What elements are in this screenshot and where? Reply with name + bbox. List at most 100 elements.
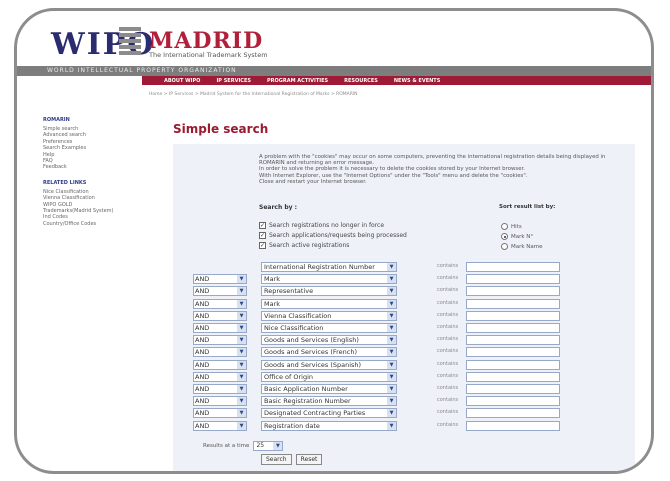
field-select[interactable]: Mark ▼: [261, 274, 397, 285]
search-by-label: Search by :: [259, 204, 298, 211]
chevron-down-icon[interactable]: ▼: [387, 263, 396, 271]
chevron-down-icon[interactable]: ▼: [387, 421, 396, 430]
chevron-down-icon[interactable]: ▼: [387, 275, 396, 284]
chevron-down-icon[interactable]: ▼: [237, 385, 246, 393]
chevron-down-icon[interactable]: ▼: [387, 385, 396, 393]
field-select[interactable]: International Registration Number ▼: [261, 262, 397, 272]
operator-value: AND: [195, 275, 210, 284]
chevron-down-icon[interactable]: ▼: [387, 372, 396, 381]
checkbox-checked-icon[interactable]: ✓: [259, 222, 266, 229]
radio-selected-icon[interactable]: [501, 233, 508, 240]
operator-select[interactable]: AND ▼: [193, 310, 247, 321]
operator-select[interactable]: AND ▼: [193, 323, 247, 333]
checkbox-checked-icon[interactable]: ✓: [259, 242, 266, 249]
chevron-down-icon[interactable]: ▼: [387, 324, 396, 332]
chevron-down-icon[interactable]: ▼: [237, 372, 246, 381]
operator-value: AND: [195, 409, 210, 418]
operator-select[interactable]: AND ▼: [193, 408, 247, 419]
chevron-down-icon[interactable]: ▼: [237, 409, 246, 418]
chevron-down-icon[interactable]: ▼: [387, 360, 396, 369]
chevron-down-icon[interactable]: ▼: [237, 299, 246, 308]
field-select[interactable]: Designated Contracting Parties ▼: [261, 408, 397, 419]
criteria-row: AND ▼ Goods and Services (English) ▼ contain…: [193, 335, 613, 346]
nav-ip-services[interactable]: IP SERVICES: [216, 78, 251, 84]
chevron-down-icon[interactable]: ▼: [387, 287, 396, 296]
operator-select[interactable]: AND ▼: [193, 396, 247, 407]
field-select[interactable]: Basic Registration Number ▼: [261, 396, 397, 407]
checkbox-checked-icon[interactable]: ✓: [259, 232, 266, 239]
radio-icon[interactable]: [501, 223, 508, 230]
field-select[interactable]: Basic Application Number ▼: [261, 384, 397, 394]
nav-news-events[interactable]: NEWS & EVENTS: [394, 78, 440, 84]
chevron-down-icon[interactable]: ▼: [237, 324, 246, 332]
search-value-input[interactable]: [466, 408, 560, 419]
field-select[interactable]: Nice Classification ▼: [261, 323, 397, 333]
search-value-input[interactable]: [466, 335, 560, 346]
chevron-down-icon[interactable]: ▼: [387, 311, 396, 320]
search-value-input[interactable]: [466, 396, 560, 407]
breadcrumb[interactable]: Home > IP Services > Madrid System for t…: [149, 92, 358, 97]
chevron-down-icon[interactable]: ▼: [273, 442, 283, 450]
nav-program-activities[interactable]: PROGRAM ACTIVITIES: [267, 78, 328, 84]
radio-icon[interactable]: [501, 243, 508, 250]
chevron-down-icon[interactable]: ▼: [237, 421, 246, 430]
operator-select[interactable]: AND ▼: [193, 371, 247, 382]
site-header: WIPO MADRID The International Trademark …: [17, 11, 651, 71]
chevron-down-icon[interactable]: ▼: [237, 287, 246, 296]
search-button[interactable]: Search: [261, 454, 292, 465]
search-value-input[interactable]: [466, 359, 560, 370]
operator-select[interactable]: AND ▼: [193, 420, 247, 431]
sidebar-item-country-office-codes[interactable]: Country/Office Codes: [43, 221, 153, 227]
chevron-down-icon[interactable]: ▼: [387, 348, 396, 357]
nav-about-wipo[interactable]: ABOUT WIPO: [164, 78, 200, 84]
chevron-down-icon[interactable]: ▼: [387, 397, 396, 406]
field-select[interactable]: Vienna Classification ▼: [261, 310, 397, 321]
operator-select[interactable]: AND ▼: [193, 359, 247, 370]
sort-option-hits[interactable]: Hits: [501, 223, 522, 230]
contains-label: contains: [437, 311, 459, 318]
search-value-input[interactable]: [466, 298, 560, 309]
operator-select[interactable]: AND ▼: [193, 384, 247, 394]
chevron-down-icon[interactable]: ▼: [237, 311, 246, 320]
field-select[interactable]: Goods and Services (English) ▼: [261, 335, 397, 346]
operator-select[interactable]: AND ▼: [193, 298, 247, 309]
chevron-down-icon[interactable]: ▼: [237, 336, 246, 345]
field-value: Office of Origin: [264, 372, 314, 381]
operator-select[interactable]: AND ▼: [193, 286, 247, 297]
field-select[interactable]: Goods and Services (French) ▼: [261, 347, 397, 358]
checkbox-active-registrations[interactable]: ✓ Search active registrations: [259, 242, 349, 249]
search-value-input[interactable]: [466, 274, 560, 285]
field-select[interactable]: Mark ▼: [261, 298, 397, 309]
search-value-input[interactable]: [466, 310, 560, 321]
chevron-down-icon[interactable]: ▼: [387, 299, 396, 308]
sort-option-mark-name[interactable]: Mark Name: [501, 243, 543, 250]
checkbox-no-longer-in-force[interactable]: ✓ Search registrations no longer in forc…: [259, 222, 384, 229]
field-select[interactable]: Registration date ▼: [261, 420, 397, 431]
search-value-input[interactable]: [466, 286, 560, 297]
checkbox-being-processed[interactable]: ✓ Search applications/requests being pro…: [259, 232, 407, 239]
reset-button[interactable]: Reset: [295, 454, 323, 465]
chevron-down-icon[interactable]: ▼: [237, 397, 246, 406]
field-select[interactable]: Office of Origin ▼: [261, 371, 397, 382]
chevron-down-icon[interactable]: ▼: [237, 348, 246, 357]
search-value-input[interactable]: [466, 384, 560, 394]
notice-line: Close and restart your Internet browser.: [259, 178, 367, 185]
operator-select[interactable]: AND ▼: [193, 335, 247, 346]
sort-option-mark-number[interactable]: Mark N°: [501, 233, 533, 240]
results-select[interactable]: 25 ▼: [253, 441, 284, 451]
search-value-input[interactable]: [466, 262, 560, 272]
search-value-input[interactable]: [466, 347, 560, 358]
chevron-down-icon[interactable]: ▼: [237, 275, 246, 284]
chevron-down-icon[interactable]: ▼: [237, 360, 246, 369]
search-value-input[interactable]: [466, 323, 560, 333]
search-value-input[interactable]: [466, 371, 560, 382]
nav-resources[interactable]: RESOURCES: [344, 78, 378, 84]
operator-value: AND: [195, 287, 210, 296]
operator-select[interactable]: AND ▼: [193, 347, 247, 358]
field-select[interactable]: Goods and Services (Spanish) ▼: [261, 359, 397, 370]
chevron-down-icon[interactable]: ▼: [387, 409, 396, 418]
field-select[interactable]: Representative ▼: [261, 286, 397, 297]
operator-select[interactable]: AND ▼: [193, 274, 247, 285]
search-value-input[interactable]: [466, 420, 560, 431]
chevron-down-icon[interactable]: ▼: [387, 336, 396, 345]
